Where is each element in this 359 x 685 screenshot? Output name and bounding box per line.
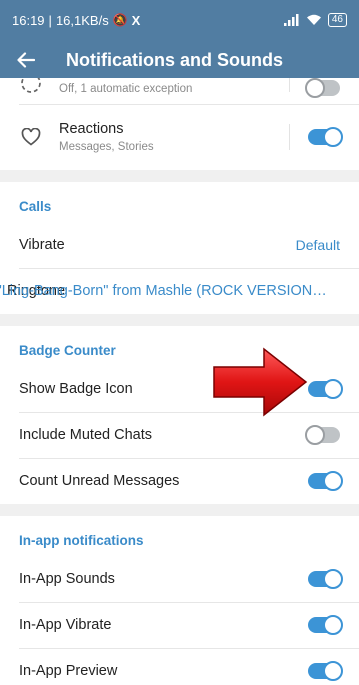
include-muted-chats-label: Include Muted Chats (19, 427, 152, 443)
in-app-vibrate-row[interactable]: In-App Vibrate (0, 602, 359, 648)
mute-notifications-icon: 🔕 (112, 13, 128, 27)
network-speed: 16,1KB/s (55, 12, 109, 28)
in-app-sounds-row[interactable]: In-App Sounds (0, 556, 359, 602)
reactions-label: Reactions (59, 121, 124, 137)
in-app-notifications-card: In-app notifications In-App Sounds In-Ap… (0, 516, 359, 685)
status-time: 16:19 (12, 12, 45, 28)
top-partial-subtitle: Off, 1 automatic exception (59, 83, 193, 95)
in-app-sounds-label: In-App Sounds (19, 571, 115, 587)
inapp-section-title: In-app notifications (19, 533, 144, 548)
count-unread-messages-row[interactable]: Count Unread Messages (0, 458, 359, 504)
top-partial-toggle[interactable] (305, 78, 340, 98)
vibrate-label: Vibrate (19, 237, 65, 253)
reactions-subtitle: Messages, Stories (59, 141, 154, 153)
in-app-preview-toggle[interactable] (308, 661, 343, 681)
status-bar: 16:19 | 16,1KB/s 🔕 X 46 (0, 0, 359, 40)
page-title: Notifications and Sounds (66, 49, 284, 70)
app-bar: 16:19 | 16,1KB/s 🔕 X 46 Notifications an… (0, 0, 359, 78)
show-badge-icon-row[interactable]: Show Badge Icon (0, 366, 359, 412)
back-button[interactable] (0, 40, 52, 80)
x-app-icon: X (131, 12, 141, 28)
show-badge-icon-label: Show Badge Icon (19, 381, 133, 397)
messages-card: Off, 1 automatic exception Reactions Mes… (0, 78, 359, 170)
count-unread-messages-label: Count Unread Messages (19, 473, 180, 489)
in-app-vibrate-label: In-App Vibrate (19, 617, 112, 633)
in-app-vibrate-toggle[interactable] (308, 615, 343, 635)
calls-section-title: Calls (19, 199, 52, 214)
toolbar: Notifications and Sounds (0, 40, 359, 80)
story-icon (19, 78, 43, 94)
count-unread-messages-toggle[interactable] (308, 471, 343, 491)
badge-counter-card: Badge Counter Show Badge Icon Include Mu… (0, 326, 359, 504)
include-muted-chats-toggle[interactable] (305, 425, 340, 445)
signal-icon (283, 14, 299, 26)
in-app-preview-label: In-App Preview (19, 663, 118, 679)
battery-indicator: 46 (327, 13, 347, 27)
ringtone-row[interactable]: Ringtone ling"Ling-Bang-Born" from Mashl… (0, 268, 359, 314)
in-app-preview-row[interactable]: In-App Preview (0, 648, 359, 685)
wifi-icon (306, 14, 321, 25)
top-partial-row[interactable]: Off, 1 automatic exception (0, 78, 359, 104)
vibrate-row[interactable]: Vibrate Default (0, 222, 359, 268)
settings-list: Off, 1 automatic exception Reactions Mes… (0, 78, 359, 685)
badge-section-title: Badge Counter (19, 343, 116, 358)
ringtone-value-overlay: ling"Ling-Bang-Born" from Mashle (ROCK V… (0, 283, 327, 299)
show-badge-icon-toggle[interactable] (308, 379, 343, 399)
heart-icon (19, 128, 43, 146)
reactions-toggle[interactable] (308, 127, 343, 147)
reactions-row[interactable]: Reactions Messages, Stories (0, 104, 359, 170)
arrow-left-icon (17, 52, 35, 68)
vibrate-value: Default (295, 237, 340, 253)
include-muted-chats-row[interactable]: Include Muted Chats (0, 412, 359, 458)
calls-card: Calls Vibrate Default Ringtone ling"Ling… (0, 182, 359, 314)
in-app-sounds-toggle[interactable] (308, 569, 343, 589)
